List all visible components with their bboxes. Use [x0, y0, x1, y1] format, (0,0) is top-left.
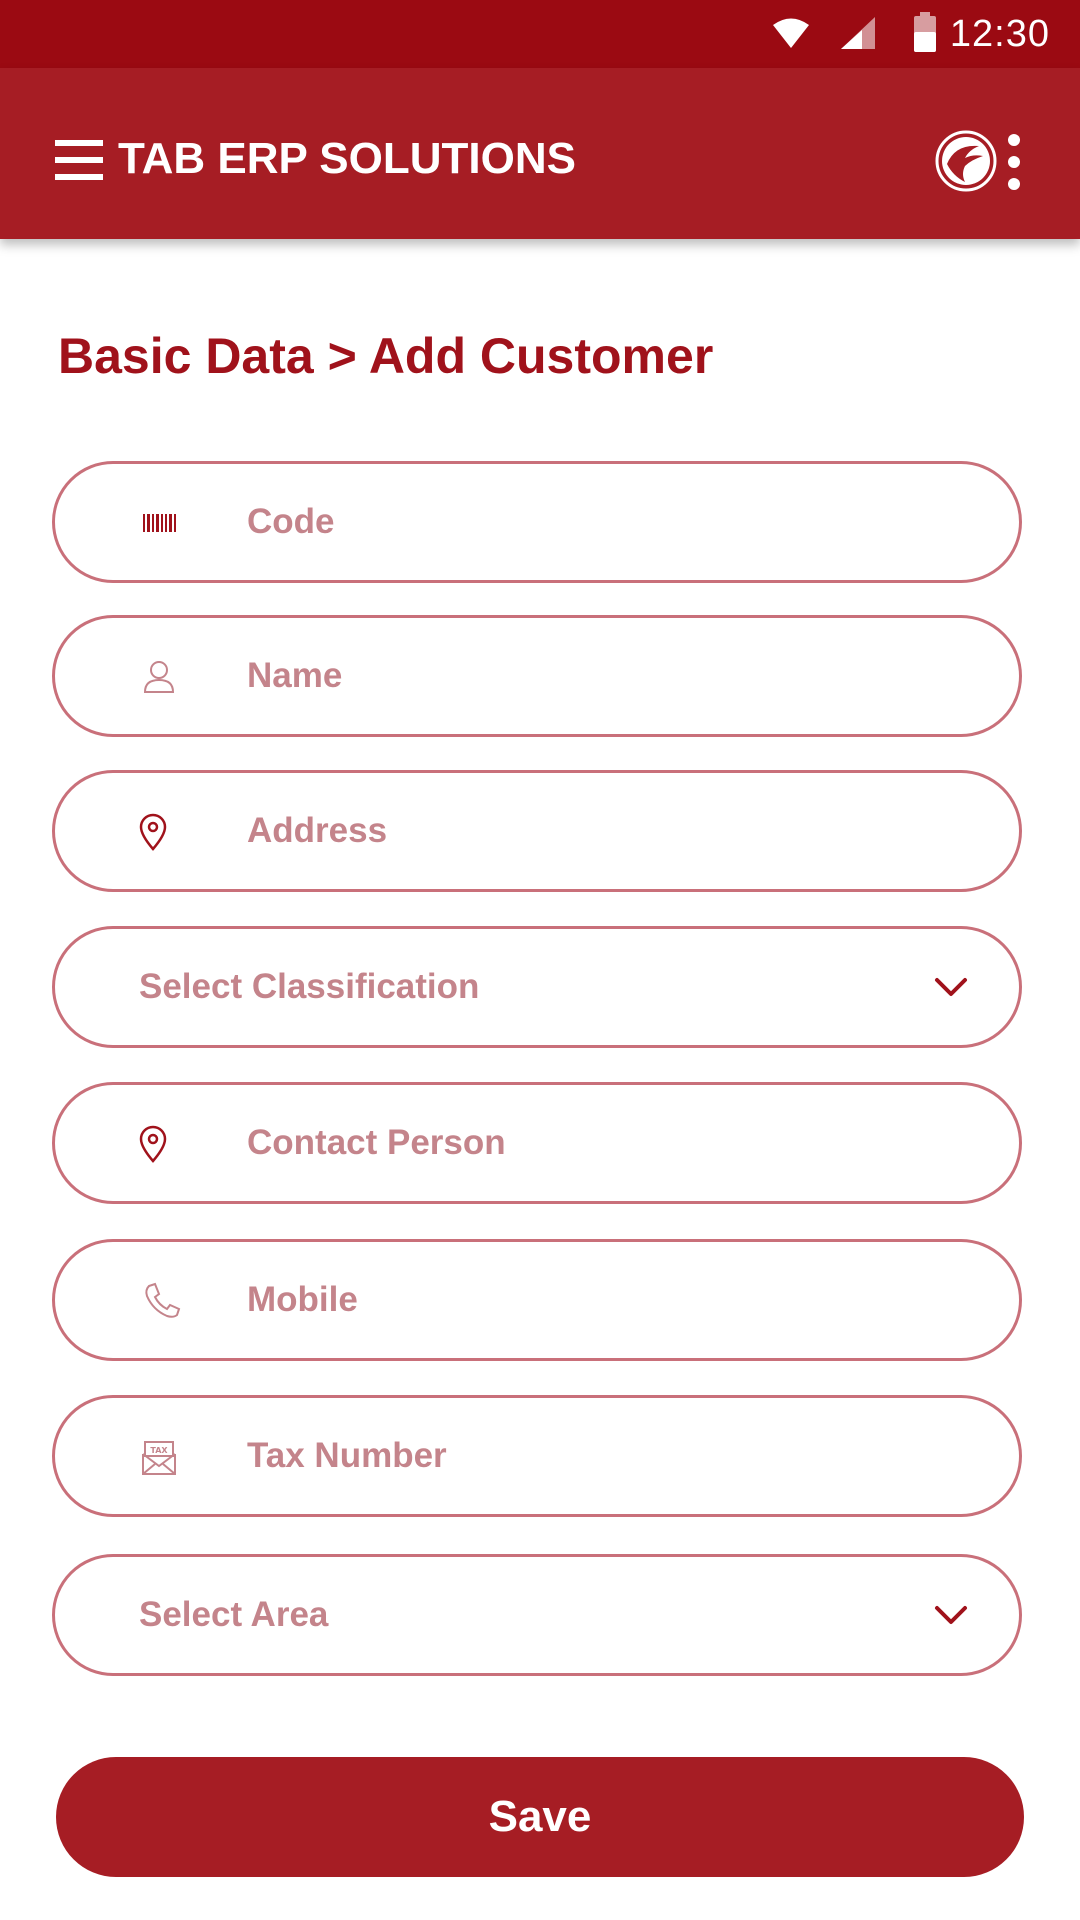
chevron-down-icon	[935, 1606, 967, 1624]
mobile-field[interactable]: Mobile	[52, 1239, 1022, 1361]
mobile-placeholder: Mobile	[247, 1280, 358, 1319]
wifi-icon	[773, 18, 809, 48]
brand-logo-icon	[935, 130, 997, 192]
app-title: TAB ERP SOLUTIONS	[118, 134, 576, 183]
name-field[interactable]: Name	[52, 615, 1022, 737]
contact-person-placeholder: Contact Person	[247, 1123, 506, 1162]
tax-envelope-icon: TAX	[142, 1441, 176, 1475]
classification-select[interactable]: Select Classification	[52, 926, 1022, 1048]
tax-number-placeholder: Tax Number	[247, 1436, 447, 1475]
address-field[interactable]: Address	[52, 770, 1022, 892]
person-icon	[143, 661, 175, 693]
contact-person-field[interactable]: Contact Person	[52, 1082, 1022, 1204]
save-button[interactable]: Save	[56, 1757, 1024, 1877]
name-placeholder: Name	[247, 656, 343, 695]
area-placeholder: Select Area	[139, 1595, 329, 1634]
classification-placeholder: Select Classification	[139, 967, 480, 1006]
chevron-down-icon	[935, 978, 967, 996]
status-bar: 12:30	[0, 0, 1080, 68]
address-placeholder: Address	[247, 811, 388, 850]
location-pin-icon	[139, 1125, 167, 1163]
overflow-menu-icon[interactable]	[1002, 134, 1026, 190]
code-placeholder: Code	[247, 502, 335, 541]
phone-icon	[145, 1282, 181, 1318]
cell-signal-icon	[841, 17, 875, 49]
barcode-icon	[143, 514, 176, 532]
clock: 12:30	[949, 13, 1050, 55]
tax-number-field[interactable]: TAX Tax Number	[52, 1395, 1022, 1517]
battery-icon	[914, 12, 936, 52]
page-title: Basic Data > Add Customer	[58, 328, 714, 384]
app-bar: TAB ERP SOLUTIONS	[0, 68, 1080, 239]
svg-text:TAX: TAX	[150, 1446, 168, 1455]
hamburger-menu-icon[interactable]	[55, 140, 103, 180]
location-pin-icon	[139, 813, 167, 851]
area-select[interactable]: Select Area	[52, 1554, 1022, 1676]
code-field[interactable]: Code	[52, 461, 1022, 583]
